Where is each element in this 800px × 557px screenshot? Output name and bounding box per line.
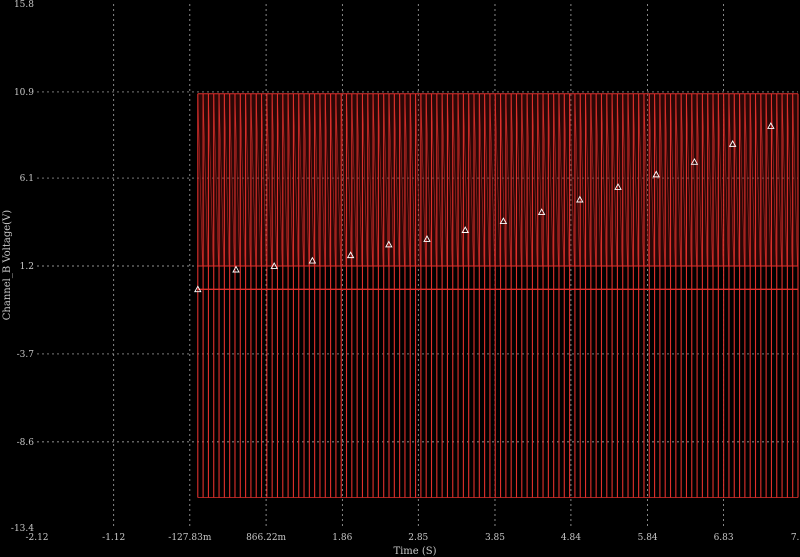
y-tick-label: 1.2 xyxy=(20,262,34,272)
oscilloscope-plot: -2.12 -1.12 -127.83m 866.22m 1.86 2.85 3.85 4.8… xyxy=(0,0,800,557)
x-tick-label: 6.83 xyxy=(714,533,734,543)
y-tick-label: 6.1 xyxy=(20,174,34,184)
y-tick-label: -8.6 xyxy=(17,438,35,448)
x-tick-label: 4.84 xyxy=(561,533,581,543)
trace-layer xyxy=(197,93,799,498)
x-tick-label: 5.84 xyxy=(638,533,658,543)
chart-canvas: -2.12 -1.12 -127.83m 866.22m 1.86 2.85 3.85 4.8… xyxy=(2,0,800,557)
y-tick-label: 15.8 xyxy=(14,0,34,10)
x-axis-title: Time (S) xyxy=(393,546,436,557)
x-tick-label: 1.86 xyxy=(332,533,352,543)
x-tick-label: 7.8 xyxy=(791,533,800,543)
y-tick-label: -3.7 xyxy=(17,350,35,360)
y-tick-label: 10.9 xyxy=(14,88,34,98)
x-tick-label: -127.83m xyxy=(168,533,212,543)
x-tick-label: 3.85 xyxy=(485,533,505,543)
triangle-marker xyxy=(232,265,240,273)
y-axis-title: Channel_B Voltage(V) xyxy=(2,210,13,321)
x-tick-label: -1.12 xyxy=(102,533,125,543)
x-tick-label: 2.85 xyxy=(408,533,428,543)
y-tick-label: -13.4 xyxy=(11,524,34,534)
x-tick-label: -2.12 xyxy=(25,533,48,543)
x-tick-label: 866.22m xyxy=(246,533,286,543)
